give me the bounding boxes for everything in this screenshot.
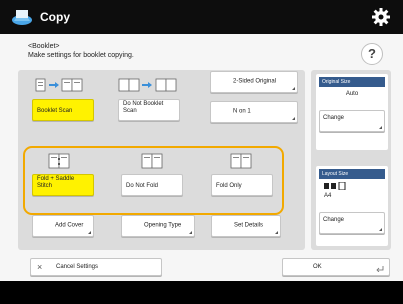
fold-options-highlight — [23, 146, 284, 215]
opening-type-button[interactable]: Opening Type — [121, 215, 195, 237]
original-size-change-label: Change — [323, 115, 345, 121]
expand-corner-icon — [292, 87, 295, 90]
window-title: Copy — [40, 10, 70, 24]
layout-size-value: A4 — [324, 193, 332, 199]
layout-size-box: Layout Size A4 Change — [316, 166, 388, 246]
cancel-settings-button[interactable]: × Cancel Settings — [30, 258, 162, 276]
do-not-booklet-scan-label: Do Not Booklet Scan — [123, 101, 164, 114]
booklet-scan-icon — [35, 78, 83, 92]
close-icon: × — [37, 262, 43, 272]
expand-corner-icon — [189, 231, 192, 234]
set-details-button[interactable]: Set Details — [211, 215, 281, 237]
enter-icon — [376, 266, 384, 272]
n-on-1-button[interactable]: N on 1 — [210, 101, 298, 123]
expand-corner-icon — [88, 231, 91, 234]
expand-corner-icon — [292, 117, 295, 120]
gear-icon[interactable] — [371, 7, 391, 27]
booklet-settings-panel: <Booklet> Make settings for booklet copy… — [0, 34, 403, 281]
original-size-value: Auto — [345, 91, 359, 97]
original-size-change-button[interactable]: Change — [319, 110, 385, 132]
cancel-settings-label: Cancel Settings — [56, 264, 99, 270]
ok-button[interactable]: OK — [282, 258, 390, 276]
copy-icon — [12, 10, 32, 25]
description-title: <Booklet> — [28, 43, 60, 50]
original-size-header: Original Size — [319, 77, 385, 87]
expand-corner-icon — [379, 126, 382, 129]
opening-type-label: Opening Type — [144, 222, 182, 229]
layout-size-change-button[interactable]: Change — [319, 212, 385, 234]
size-panel: Original Size Auto Change Layout Size A4… — [311, 70, 391, 250]
layout-size-change-label: Change — [323, 217, 345, 223]
two-sided-original-button[interactable]: 2-Sided Original — [210, 71, 298, 93]
no-booklet-scan-icon — [118, 78, 177, 92]
original-size-box: Original Size Auto Change — [316, 74, 388, 150]
two-sided-original-label: 2-Sided Original — [233, 78, 277, 85]
ok-label: OK — [313, 264, 322, 270]
layout-size-header: Layout Size — [319, 169, 385, 179]
help-button[interactable]: ? — [361, 43, 383, 65]
booklet-scan-button[interactable]: Booklet Scan — [32, 99, 94, 121]
do-not-booklet-scan-button[interactable]: Do Not Booklet Scan — [118, 99, 180, 121]
n-on-1-label: N on 1 — [233, 108, 251, 115]
add-cover-button[interactable]: Add Cover — [32, 215, 94, 237]
add-cover-label: Add Cover — [55, 222, 84, 229]
title-bar: Copy — [0, 0, 403, 34]
set-details-label: Set Details — [234, 222, 264, 229]
expand-corner-icon — [379, 228, 382, 231]
description: <Booklet> Make settings for booklet copy… — [28, 42, 134, 60]
description-text: Make settings for booklet copying. — [28, 52, 134, 59]
expand-corner-icon — [275, 231, 278, 234]
layout-size-icon — [324, 182, 346, 190]
booklet-scan-label: Booklet Scan — [37, 108, 73, 114]
